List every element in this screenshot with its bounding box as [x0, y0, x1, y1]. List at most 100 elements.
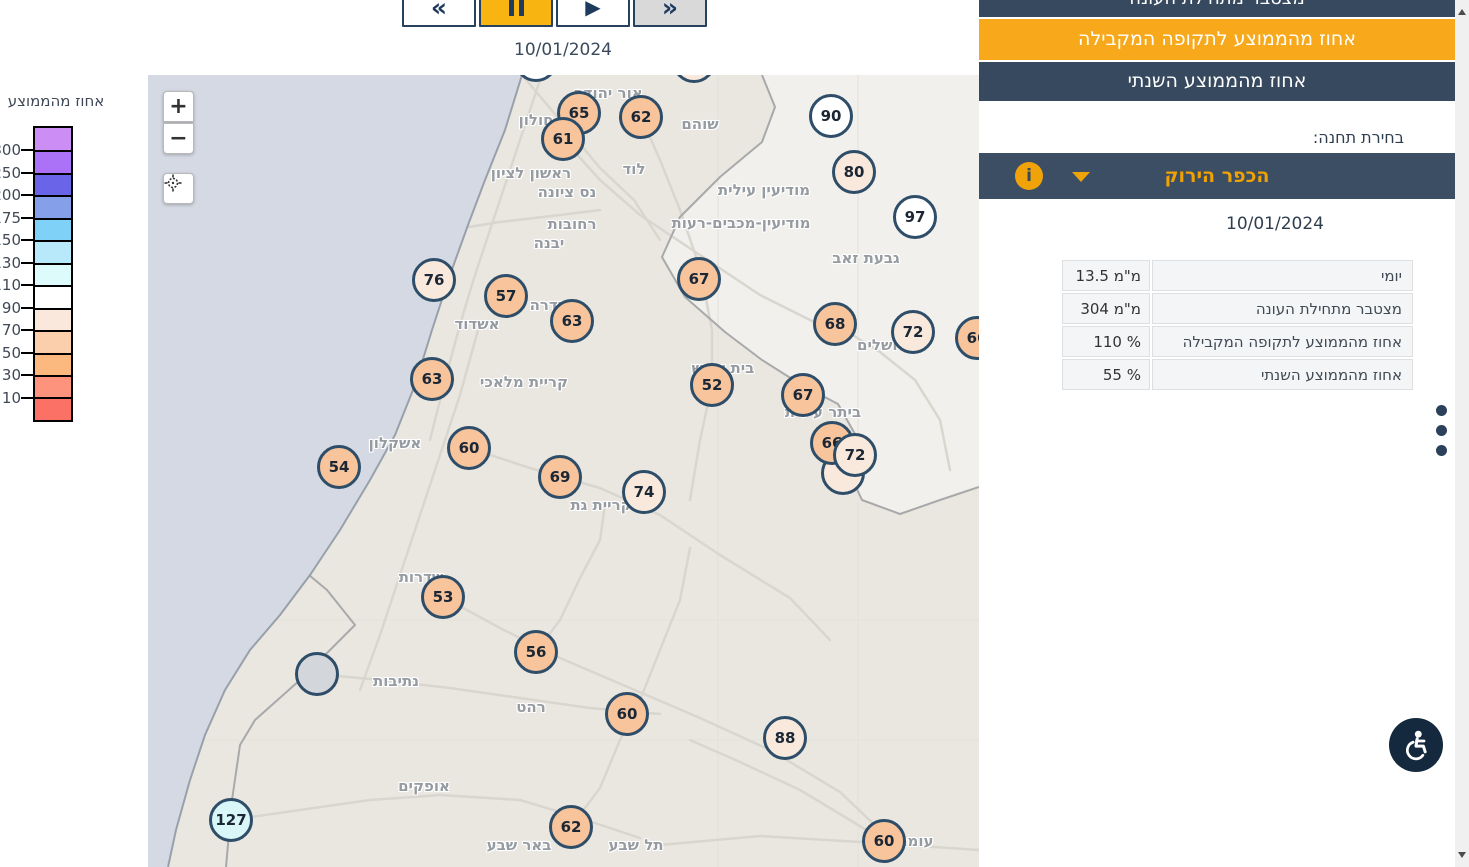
pause-button[interactable] [479, 0, 553, 27]
chevron-down-icon[interactable] [1072, 172, 1090, 182]
legend-tick [21, 307, 34, 309]
station-marker-57[interactable]: 57 [484, 274, 528, 318]
legend-band [35, 263, 71, 285]
legend-tick-label: 300 [0, 141, 21, 159]
legend-band [35, 330, 71, 352]
table-row: יומי13.5 מ"מ [1062, 260, 1413, 291]
scroll-down-icon[interactable] [1458, 852, 1466, 858]
legend-tick [21, 284, 34, 286]
legend-tick-label: 200 [0, 186, 21, 204]
city-label: מודיעין עילית [718, 181, 810, 199]
station-marker-72[interactable]: 72 [833, 433, 877, 477]
legend-band [35, 397, 71, 419]
legend-tick-label: 90 [2, 299, 21, 317]
station-marker-63[interactable]: 63 [550, 299, 594, 343]
station-marker-74[interactable]: 74 [622, 470, 666, 514]
zoom-in-button[interactable]: + [163, 91, 194, 122]
menu-item-label: אחוז מהממוצע השנתי [1128, 70, 1307, 92]
table-row: אחוז מהממוצע לתקופה המקבילה110 % [1062, 326, 1413, 357]
menu-item-percent-annual[interactable]: אחוז מהממוצע השנתי [979, 62, 1455, 101]
legend-band [35, 308, 71, 330]
legend-band [35, 285, 71, 307]
city-label: יבנה [534, 234, 565, 252]
skip-forward-button[interactable]: » [633, 0, 707, 27]
city-label: שוהם [681, 115, 718, 133]
menu-item-percent-corresponding-period[interactable]: אחוז מהממוצע לתקופה המקבילה [979, 19, 1455, 60]
station-marker-88[interactable]: 88 [763, 716, 807, 760]
skip-backward-button[interactable]: « [402, 0, 476, 27]
station-marker-97[interactable]: 97 [893, 195, 937, 239]
legend-tick [21, 149, 34, 151]
station-marker-52[interactable]: 52 [690, 363, 734, 407]
city-label: רחובות [547, 215, 596, 233]
legend-tick [21, 262, 34, 264]
station-marker-62[interactable]: 62 [549, 805, 593, 849]
station-marker-90[interactable]: 90 [809, 94, 853, 138]
station-marker-53[interactable]: 53 [421, 575, 465, 619]
city-label: רהט [516, 698, 546, 716]
play-button[interactable]: ▶ [556, 0, 630, 27]
station-marker-60[interactable]: 60 [447, 426, 491, 470]
carousel-dot-2[interactable] [1436, 425, 1447, 436]
station-marker-60[interactable]: 60 [862, 819, 906, 863]
station-marker-69[interactable]: 69 [538, 455, 582, 499]
sidebar: מצטבר מתחילת העונה אחוז מהממוצע לתקופה ה… [979, 0, 1455, 867]
legend-band [35, 218, 71, 240]
legend-band [35, 128, 71, 150]
station-marker-67[interactable]: 67 [677, 257, 721, 301]
legend-tick [21, 374, 34, 376]
skip-backward-icon: « [431, 0, 447, 22]
legend-band [35, 375, 71, 397]
station-dropdown[interactable]: הכפר הירוק i [979, 153, 1455, 199]
legend-tick-label: 10 [2, 389, 21, 407]
city-label: אשקלון [369, 434, 422, 452]
station-marker-80[interactable]: 80 [832, 150, 876, 194]
city-label: נס ציונה [538, 183, 597, 201]
pause-icon [509, 0, 524, 16]
legend-title: אחוז מהממוצע [0, 92, 112, 110]
legend-tick-label: 150 [0, 231, 21, 249]
station-marker-60[interactable]: 60 [605, 692, 649, 736]
station-name: הכפר הירוק [979, 153, 1455, 199]
locate-button[interactable] [163, 173, 194, 204]
legend-tick [21, 217, 34, 219]
city-label: אשדוד [454, 315, 499, 333]
station-marker-62[interactable]: 62 [619, 95, 663, 139]
station-marker-56[interactable]: 56 [514, 630, 558, 674]
info-icon[interactable]: i [1015, 162, 1043, 190]
city-label: באר שבע [487, 836, 552, 854]
legend-band [35, 240, 71, 262]
legend-band [35, 353, 71, 375]
accessibility-button[interactable] [1389, 718, 1443, 772]
city-label: מודיעין-מכבים-רעות [671, 214, 810, 232]
station-marker-127[interactable]: 127 [209, 798, 253, 842]
station-picker-label: בחירת תחנה: [1313, 128, 1404, 147]
legend-band [35, 150, 71, 172]
rain-map[interactable]: אור יהודהחולוןשוהםראשון לציוןלודנס ציונה… [148, 75, 979, 867]
menu-item-label: מצטבר מתחילת העונה [979, 0, 1455, 9]
station-marker-63[interactable]: 63 [410, 357, 454, 401]
station-marker-76[interactable]: 76 [412, 258, 456, 302]
stat-label: יומי [1152, 260, 1413, 291]
menu-item-cumulative-season[interactable]: מצטבר מתחילת העונה [979, 0, 1455, 17]
table-row: מצטבר מתחילת העונה304 מ"מ [1062, 293, 1413, 324]
carousel-dot-3[interactable] [1436, 445, 1447, 456]
scroll-up-icon[interactable] [1458, 9, 1466, 15]
stat-label: אחוז מהממוצע לתקופה המקבילה [1152, 326, 1413, 357]
station-marker[interactable] [295, 652, 339, 696]
zoom-out-button[interactable]: − [163, 123, 194, 154]
station-marker-67[interactable]: 67 [781, 373, 825, 417]
page-scrollbar[interactable] [1455, 0, 1469, 867]
legend-tick-label: 110 [0, 276, 21, 294]
app-window: « ▶ » 10/01/2024 אחוז מהממוצע 3002502001… [0, 0, 1469, 867]
station-marker-61[interactable]: 61 [541, 117, 585, 161]
stat-value: 55 % [1062, 359, 1150, 390]
legend-color-scale [33, 126, 73, 422]
station-marker-54[interactable]: 54 [317, 445, 361, 489]
legend-tick-label: 70 [2, 321, 21, 339]
station-marker-68[interactable]: 68 [813, 302, 857, 346]
station-marker-72[interactable]: 72 [891, 310, 935, 354]
city-label: ראשון לציון [491, 164, 571, 182]
carousel-dot-1[interactable] [1436, 405, 1447, 416]
legend-tick-label: 50 [2, 344, 21, 362]
